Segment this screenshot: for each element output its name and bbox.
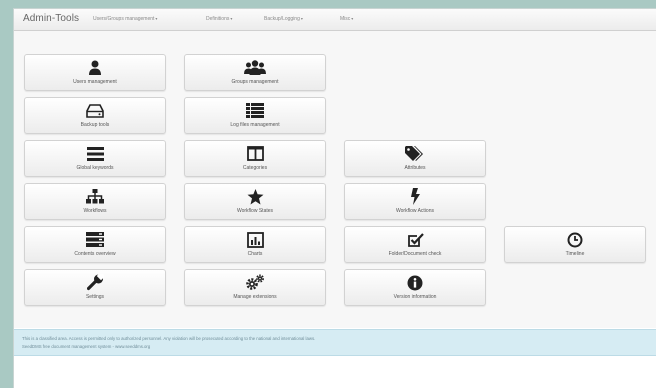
backup-tools-button[interactable]: Backup tools <box>24 97 166 134</box>
menu-label: Definitions <box>206 16 230 22</box>
tags-icon <box>345 145 485 162</box>
tile-label: Timeline <box>565 251 585 257</box>
clock-icon <box>505 231 645 248</box>
admin-tools-grid: Users management Groups management Backu… <box>14 31 656 328</box>
columns-icon <box>185 145 325 162</box>
server-icon <box>25 231 165 248</box>
menu-label: Misc <box>340 16 351 22</box>
tile-label: Attributes <box>404 165 426 171</box>
contents-overview-button[interactable]: Contents overview <box>24 226 166 263</box>
caret-down-icon: ▾ <box>230 16 233 21</box>
tile-label: Charts <box>247 251 263 257</box>
bolt-icon <box>345 188 485 205</box>
users-icon <box>185 59 325 76</box>
tile-label: Log files management <box>230 122 280 128</box>
star-icon <box>185 188 325 205</box>
menu-backup-logging[interactable]: Backup/Logging▾ <box>264 16 303 22</box>
version-information-button[interactable]: Version information <box>344 269 486 306</box>
tile-label: Contents overview <box>74 251 116 257</box>
global-keywords-button[interactable]: Global keywords <box>24 140 166 177</box>
caret-down-icon: ▾ <box>300 16 303 21</box>
caret-down-icon: ▾ <box>155 16 158 21</box>
manage-extensions-button[interactable]: Manage extensions <box>184 269 326 306</box>
list-icon <box>185 102 325 119</box>
tile-label: Folder/Document check <box>388 251 442 257</box>
caret-down-icon: ▾ <box>351 16 354 21</box>
tile-label: Workflow States <box>236 208 274 214</box>
charts-button[interactable]: Charts <box>184 226 326 263</box>
user-icon <box>25 59 165 76</box>
bar-chart-icon <box>185 231 325 248</box>
settings-button[interactable]: Settings <box>24 269 166 306</box>
tile-label: Global keywords <box>76 165 114 171</box>
log-files-management-button[interactable]: Log files management <box>184 97 326 134</box>
menu-label: Users/Groups management <box>93 16 155 22</box>
project-link[interactable]: SeedDMS free document management system … <box>22 344 150 349</box>
groups-management-button[interactable]: Groups management <box>184 54 326 91</box>
wrench-icon <box>25 274 165 291</box>
brand-title[interactable]: Admin-Tools <box>23 13 79 24</box>
attributes-button[interactable]: Attributes <box>344 140 486 177</box>
menu-misc[interactable]: Misc▾ <box>340 16 353 22</box>
app-window: Admin-Tools Users/Groups management▾ Def… <box>13 8 656 388</box>
workflows-button[interactable]: Workflows <box>24 183 166 220</box>
tile-label: Version information <box>393 294 437 300</box>
top-navbar: Admin-Tools Users/Groups management▾ Def… <box>14 9 656 31</box>
users-management-button[interactable]: Users management <box>24 54 166 91</box>
workflow-states-button[interactable]: Workflow States <box>184 183 326 220</box>
hdd-icon <box>25 102 165 119</box>
menu-users-groups[interactable]: Users/Groups management▾ <box>93 16 157 22</box>
footer-notice: This is a classified area. Access is per… <box>14 329 656 356</box>
tile-label: Backup tools <box>80 122 110 128</box>
folder-document-check-button[interactable]: Folder/Document check <box>344 226 486 263</box>
menu-label: Backup/Logging <box>264 16 300 22</box>
check-square-icon <box>345 231 485 248</box>
tile-label: Users management <box>73 79 117 85</box>
tile-label: Workflows <box>83 208 107 214</box>
cogs-icon <box>185 274 325 291</box>
tile-label: Categories <box>242 165 268 171</box>
menu-definitions[interactable]: Definitions▾ <box>206 16 232 22</box>
tile-label: Groups management <box>231 79 279 85</box>
sitemap-icon <box>25 188 165 205</box>
info-circle-icon <box>345 274 485 291</box>
tile-label: Workflow Actions <box>396 208 434 214</box>
bars-icon <box>25 145 165 162</box>
legal-notice-text: This is a classified area. Access is per… <box>22 336 316 341</box>
tile-label: Settings <box>85 294 105 300</box>
timeline-button[interactable]: Timeline <box>504 226 646 263</box>
tile-label: Manage extensions <box>233 294 277 300</box>
categories-button[interactable]: Categories <box>184 140 326 177</box>
workflow-actions-button[interactable]: Workflow Actions <box>344 183 486 220</box>
